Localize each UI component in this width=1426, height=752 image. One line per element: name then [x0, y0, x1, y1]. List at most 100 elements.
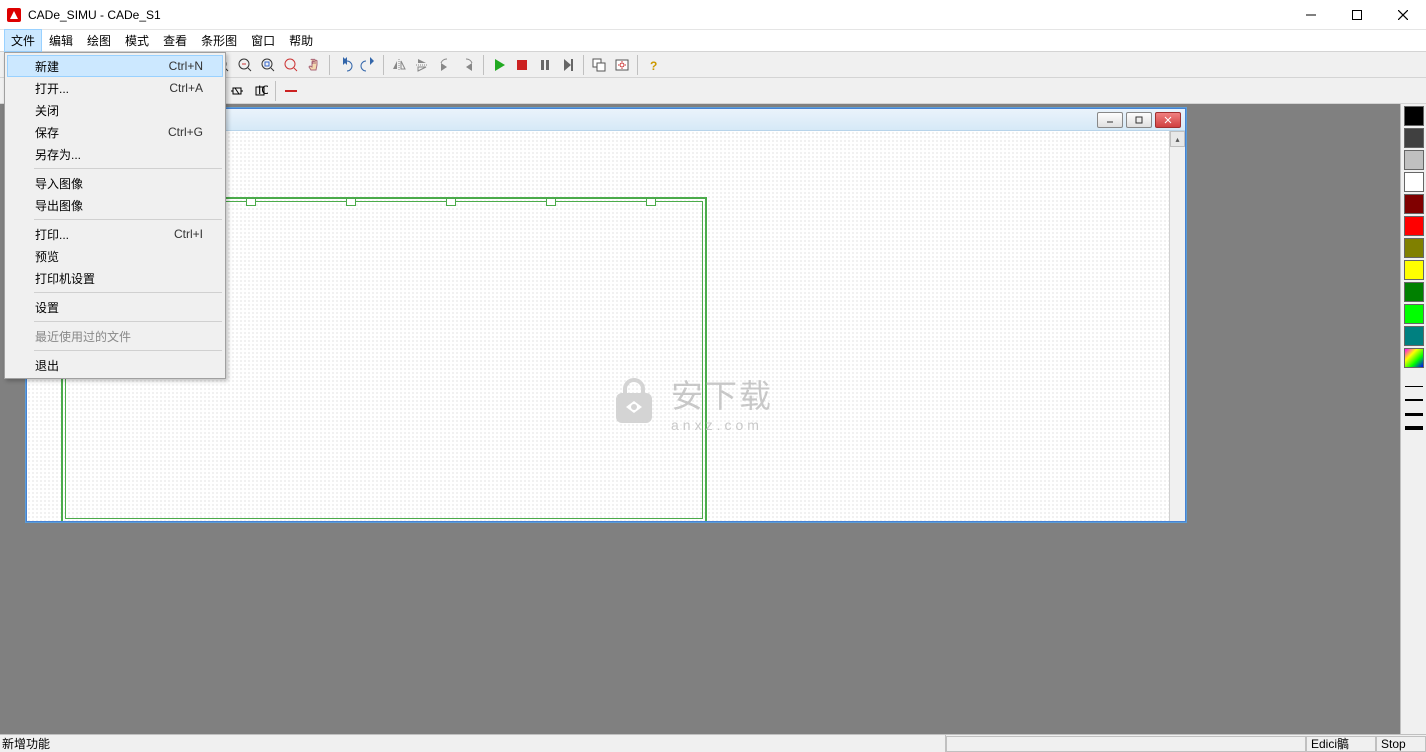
- color-swatch-10[interactable]: [1404, 326, 1424, 346]
- menu-0[interactable]: 文件: [4, 29, 42, 52]
- menu-item-3[interactable]: 保存Ctrl+G: [7, 121, 223, 143]
- menu-5[interactable]: 条形图: [194, 29, 244, 52]
- color-swatch-3[interactable]: [1404, 172, 1424, 192]
- menubar: 文件编辑绘图模式查看条形图窗口帮助: [0, 30, 1426, 52]
- settings-icon[interactable]: [611, 54, 633, 76]
- color-swatch-0[interactable]: [1404, 106, 1424, 126]
- titlebar: CADe_SIMU - CADe_S1: [0, 0, 1426, 30]
- maximize-button[interactable]: [1334, 0, 1380, 29]
- menu-item-label: 导出图像: [35, 197, 203, 214]
- menu-item-shortcut: Ctrl+N: [169, 59, 203, 73]
- watermark-text: 安下载: [671, 371, 773, 417]
- menu-item-4[interactable]: 另存为...: [7, 143, 223, 165]
- minimize-button[interactable]: [1288, 0, 1334, 29]
- color-swatch-5[interactable]: [1404, 216, 1424, 236]
- toolbar-separator: [583, 55, 584, 75]
- menu-6[interactable]: 窗口: [244, 29, 282, 52]
- toolbar-separator: [383, 55, 384, 75]
- doc-close-button[interactable]: [1155, 112, 1181, 128]
- menu-item-label: 设置: [35, 299, 203, 316]
- pan-icon[interactable]: [303, 54, 325, 76]
- status-coords: [946, 736, 1306, 752]
- menu-item-label: 退出: [35, 357, 203, 374]
- color-palette: [1400, 104, 1426, 734]
- menu-item-label: 最近使用过的文件: [35, 328, 203, 345]
- menu-2[interactable]: 绘图: [80, 29, 118, 52]
- zoom-fit-icon[interactable]: [257, 54, 279, 76]
- zoom-out-icon[interactable]: [234, 54, 256, 76]
- menu-item-label: 另存为...: [35, 146, 203, 163]
- menu-3[interactable]: 模式: [118, 29, 156, 52]
- status-message: 新增功能: [0, 735, 946, 752]
- menu-item-15: 最近使用过的文件: [7, 325, 223, 347]
- color-swatch-1[interactable]: [1404, 128, 1424, 148]
- menu-item-label: 关闭: [35, 102, 203, 119]
- tool-delete-icon[interactable]: [280, 80, 302, 102]
- line-weight-3[interactable]: [1404, 408, 1424, 420]
- menu-item-9[interactable]: 打印...Ctrl+I: [7, 223, 223, 245]
- tool-symbol3-icon[interactable]: IO: [249, 80, 271, 102]
- window-title: CADe_SIMU - CADe_S1: [28, 8, 1288, 22]
- menu-item-17[interactable]: 退出: [7, 354, 223, 376]
- menu-4[interactable]: 查看: [156, 29, 194, 52]
- menu-item-label: 预览: [35, 248, 203, 265]
- tool-symbol2-icon[interactable]: [226, 80, 248, 102]
- color-swatch-2[interactable]: [1404, 150, 1424, 170]
- rotate-left-icon[interactable]: [434, 54, 456, 76]
- scroll-up-button[interactable]: ▴: [1170, 131, 1185, 147]
- doc-minimize-button[interactable]: [1097, 112, 1123, 128]
- line-weight-2[interactable]: [1404, 394, 1424, 406]
- pause-icon[interactable]: [534, 54, 556, 76]
- color-swatch-8[interactable]: [1404, 282, 1424, 302]
- menu-item-13[interactable]: 设置: [7, 296, 223, 318]
- menu-separator: [34, 350, 222, 351]
- menu-item-1[interactable]: 打开...Ctrl+A: [7, 77, 223, 99]
- rotate-right-icon[interactable]: [457, 54, 479, 76]
- app-icon: [6, 7, 22, 23]
- file-dropdown: 新建Ctrl+N打开...Ctrl+A关闭保存Ctrl+G另存为...导入图像导…: [4, 52, 226, 379]
- mirror-v-icon[interactable]: [411, 54, 433, 76]
- menu-item-label: 保存: [35, 124, 168, 141]
- color-swatch-6[interactable]: [1404, 238, 1424, 258]
- menu-separator: [34, 292, 222, 293]
- toolbar-separator: [275, 81, 276, 101]
- menu-item-label: 导入图像: [35, 175, 203, 192]
- menu-separator: [34, 168, 222, 169]
- step-icon[interactable]: [557, 54, 579, 76]
- undo-icon[interactable]: [334, 54, 356, 76]
- color-swatch-4[interactable]: [1404, 194, 1424, 214]
- menu-item-0[interactable]: 新建Ctrl+N: [7, 55, 223, 77]
- menu-item-7[interactable]: 导出图像: [7, 194, 223, 216]
- help-icon[interactable]: ?: [642, 54, 664, 76]
- redo-icon[interactable]: [357, 54, 379, 76]
- window-cascade-icon[interactable]: [588, 54, 610, 76]
- toolbar-separator: [329, 55, 330, 75]
- menu-item-label: 打印...: [35, 226, 174, 243]
- line-weight-1[interactable]: [1404, 380, 1424, 392]
- menu-separator: [34, 321, 222, 322]
- menu-item-10[interactable]: 预览: [7, 245, 223, 267]
- watermark-sub: anxz.com: [671, 417, 773, 433]
- menu-7[interactable]: 帮助: [282, 29, 320, 52]
- menu-item-6[interactable]: 导入图像: [7, 172, 223, 194]
- color-swatch-9[interactable]: [1404, 304, 1424, 324]
- watermark-icon: [607, 375, 661, 429]
- zoom-window-icon[interactable]: [280, 54, 302, 76]
- svg-text:IO: IO: [258, 83, 268, 97]
- stop-icon[interactable]: [511, 54, 533, 76]
- color-swatch-rainbow[interactable]: [1404, 348, 1424, 368]
- color-swatch-7[interactable]: [1404, 260, 1424, 280]
- line-weight-4[interactable]: [1404, 422, 1424, 434]
- play-icon[interactable]: [488, 54, 510, 76]
- menu-item-label: 打开...: [35, 80, 169, 97]
- vertical-scrollbar[interactable]: ▴: [1169, 131, 1185, 521]
- menu-item-2[interactable]: 关闭: [7, 99, 223, 121]
- statusbar: 新增功能 Edici髇 Stop: [0, 734, 1426, 752]
- menu-item-shortcut: Ctrl+G: [168, 125, 203, 139]
- menu-item-11[interactable]: 打印机设置: [7, 267, 223, 289]
- doc-maximize-button[interactable]: [1126, 112, 1152, 128]
- close-button[interactable]: [1380, 0, 1426, 29]
- menu-1[interactable]: 编辑: [42, 29, 80, 52]
- menu-item-label: 新建: [35, 58, 169, 75]
- mirror-h-icon[interactable]: [388, 54, 410, 76]
